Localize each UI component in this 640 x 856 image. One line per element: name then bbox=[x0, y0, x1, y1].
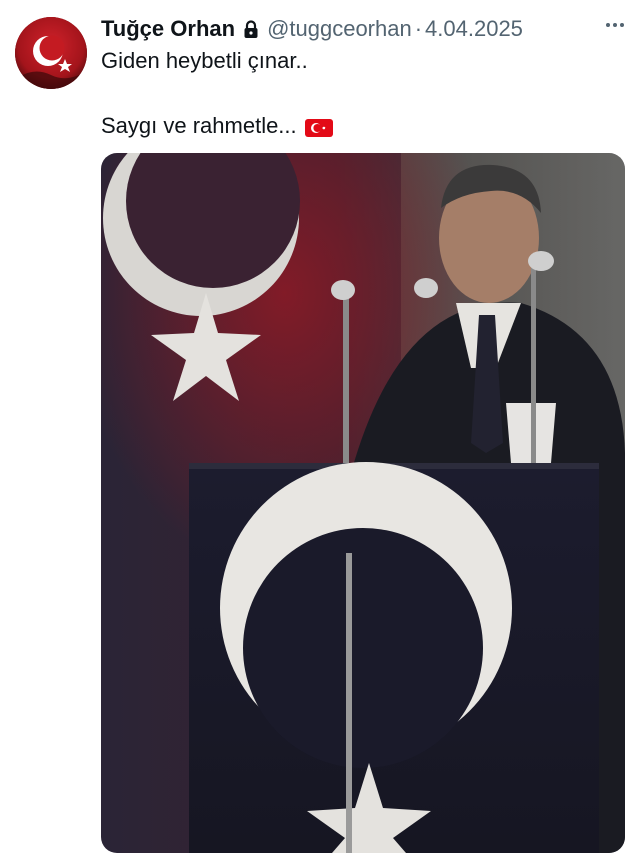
tweet-text-line-2: Saygı ve rahmetle... bbox=[101, 113, 297, 138]
tweet-text-line-1: Giden heybetli çınar.. bbox=[101, 48, 308, 73]
user-handle[interactable]: @tuggceorhan bbox=[267, 14, 412, 44]
tweet-date[interactable]: 4.04.2025 bbox=[425, 14, 523, 44]
avatar[interactable] bbox=[15, 17, 87, 89]
tweet-header: Tuğçe Orhan @tuggceorhan · 4.04.2025 bbox=[101, 14, 626, 44]
speaker-at-podium-photo bbox=[101, 153, 625, 853]
display-name[interactable]: Tuğçe Orhan bbox=[101, 14, 235, 44]
separator-dot: · bbox=[414, 16, 423, 41]
lock-icon bbox=[243, 19, 259, 39]
avatar-flag-image bbox=[15, 17, 87, 89]
tweet-media-photo[interactable] bbox=[101, 153, 625, 853]
turkey-flag-emoji bbox=[304, 116, 333, 137]
more-horizontal-icon[interactable] bbox=[606, 23, 624, 27]
tweet: Tuğçe Orhan @tuggceorhan · 4.04.2025 Gid… bbox=[0, 0, 640, 856]
tweet-text-line-2-container: Saygı ve rahmetle... bbox=[101, 111, 333, 141]
